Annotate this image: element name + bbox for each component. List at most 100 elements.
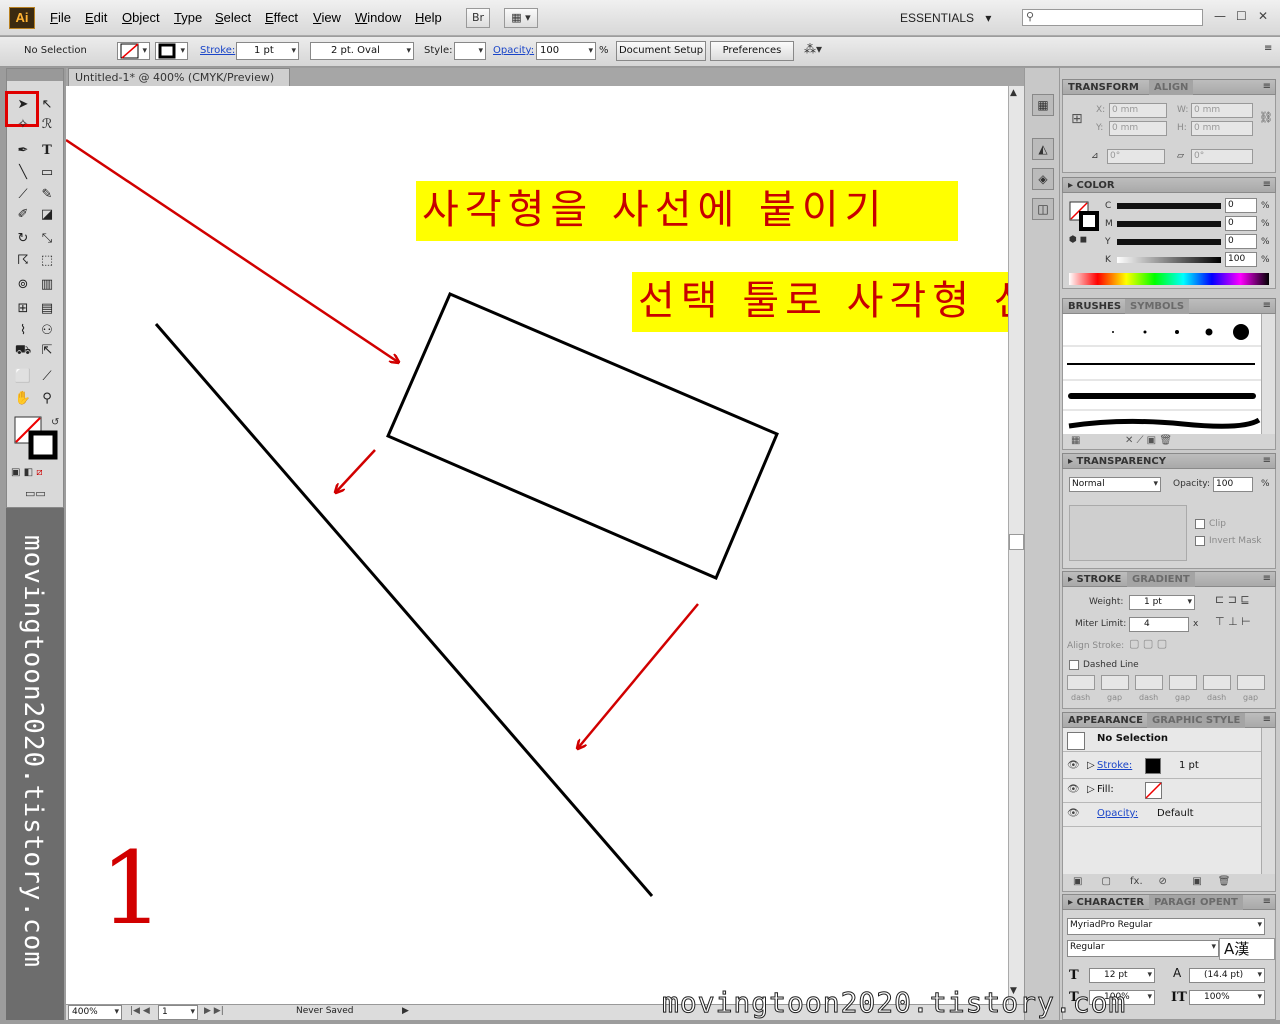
black-slider[interactable] xyxy=(1117,257,1221,263)
h-field[interactable]: 0 mm xyxy=(1191,121,1253,136)
scale-tool-icon[interactable]: ⤡ xyxy=(37,229,57,249)
appearance-footer-icons[interactable]: ▣ ▢ fx. ⊘ ▣ 🗑 xyxy=(1063,874,1275,891)
rotated-rectangle[interactable] xyxy=(386,292,779,580)
blob-brush-tool-icon[interactable]: ✐ xyxy=(13,205,33,225)
clip-checkbox[interactable] xyxy=(1195,519,1205,529)
dash-field-1[interactable] xyxy=(1067,675,1095,690)
menu-select[interactable]: Select xyxy=(215,10,251,25)
maximize-button[interactable]: ☐ xyxy=(1236,9,1247,23)
shear-field[interactable]: 0° xyxy=(1191,149,1253,164)
appearance-scrollbar[interactable] xyxy=(1261,728,1275,874)
scroll-up-icon[interactable]: ▲ xyxy=(1010,88,1017,98)
brush-definition-dropdown[interactable]: 2 pt. Oval xyxy=(310,42,414,60)
expand-triangle-icon[interactable]: ▷ xyxy=(1087,779,1095,801)
y-field[interactable]: 0 mm xyxy=(1109,121,1167,136)
appearance-opacity-row[interactable]: 👁 Opacity: Default xyxy=(1063,803,1261,827)
layers-panel-icon[interactable]: ◈ xyxy=(1032,168,1054,190)
menu-file[interactable]: File xyxy=(50,10,71,25)
tab-opentype[interactable]: OPENT xyxy=(1195,895,1243,910)
color-mode-buttons[interactable]: ▣ ◧ ⧄ xyxy=(11,467,61,481)
appearance-fill-row[interactable]: 👁 ▷ Fill: xyxy=(1063,779,1261,803)
type-tool-icon[interactable]: T xyxy=(37,141,57,161)
eyedropper-tool-icon[interactable]: ⌇ xyxy=(13,321,33,341)
visibility-eye-icon[interactable]: 👁 xyxy=(1067,755,1080,777)
x-field[interactable]: 0 mm xyxy=(1109,103,1167,118)
panel-menu-icon[interactable]: ≡ xyxy=(1263,454,1271,468)
font-style-dropdown[interactable]: Regular xyxy=(1067,940,1219,957)
tab-brushes[interactable]: BRUSHES xyxy=(1063,299,1126,314)
blend-mode-dropdown[interactable]: Normal xyxy=(1069,477,1161,492)
tab-graphic-styles[interactable]: GRAPHIC STYLE xyxy=(1147,713,1246,728)
tools-panel-grip[interactable] xyxy=(7,69,63,81)
magenta-field[interactable]: 0 xyxy=(1225,216,1257,231)
tab-color[interactable]: ▸ COLOR xyxy=(1063,178,1120,193)
align-stroke-buttons[interactable]: ▢ ▢ ▢ xyxy=(1129,637,1167,650)
search-input[interactable]: ⚲ xyxy=(1022,9,1203,26)
menu-help[interactable]: Help xyxy=(415,10,442,25)
preferences-button[interactable]: Preferences xyxy=(710,41,794,61)
panel-menu-icon[interactable]: ≡ xyxy=(1263,178,1271,192)
font-family-dropdown[interactable]: MyriadPro Regular xyxy=(1067,918,1265,935)
panel-menu-icon[interactable]: ≡ xyxy=(1263,80,1271,94)
control-bar-menu-icon[interactable]: ≡ xyxy=(1264,43,1272,54)
zoom-tool-icon[interactable]: ⚲ xyxy=(37,389,57,409)
appearance-stroke-link[interactable]: Stroke: xyxy=(1097,755,1132,777)
menu-view[interactable]: View xyxy=(313,10,341,25)
magic-wand-tool-icon[interactable]: ✧ xyxy=(13,115,33,135)
miter-limit-field[interactable]: 4 xyxy=(1129,617,1189,632)
dash-field-3[interactable] xyxy=(1203,675,1231,690)
stroke-label-link[interactable]: Stroke: xyxy=(200,45,235,56)
document-setup-button[interactable]: Document Setup xyxy=(616,41,706,61)
dashed-line-checkbox[interactable] xyxy=(1069,660,1079,670)
none-fill-icon[interactable] xyxy=(1145,782,1162,799)
appearance-stroke-swatch[interactable] xyxy=(1145,758,1161,774)
artboards-panel-icon[interactable]: ◫ xyxy=(1032,198,1054,220)
mesh-tool-icon[interactable]: ⊞ xyxy=(13,299,33,319)
warp-tool-icon[interactable]: ☈ xyxy=(13,251,33,271)
font-size-field[interactable]: 12 pt xyxy=(1089,968,1155,983)
fill-stroke-indicator[interactable] xyxy=(1069,201,1099,231)
menu-edit[interactable]: Edit xyxy=(85,10,107,25)
visibility-eye-icon[interactable]: 👁 xyxy=(1067,803,1080,825)
appearance-stroke-row[interactable]: 👁 ▷ Stroke: 1 pt xyxy=(1063,755,1261,779)
black-field[interactable]: 100 xyxy=(1225,252,1257,267)
invert-mask-checkbox[interactable] xyxy=(1195,536,1205,546)
gradient-panel-icon[interactable]: ◭ xyxy=(1032,138,1054,160)
appearance-opacity-link[interactable]: Opacity: xyxy=(1097,803,1138,825)
yellow-slider[interactable] xyxy=(1117,239,1221,245)
screen-mode-button[interactable]: ▭▭ xyxy=(25,487,49,501)
tab-transparency[interactable]: ▸ TRANSPARENCY xyxy=(1063,454,1171,469)
join-style-buttons[interactable]: ⊤ ⊥ ⊢ xyxy=(1215,615,1251,628)
brushes-footer-icons[interactable]: ▦ ✕ ⟋ ▣ 🗑 xyxy=(1063,434,1275,449)
magenta-slider[interactable] xyxy=(1117,221,1221,227)
gap-field-1[interactable] xyxy=(1101,675,1129,690)
color-spectrum[interactable] xyxy=(1069,273,1269,285)
stroke-weight-field[interactable]: 1 pt xyxy=(236,42,299,60)
panel-menu-icon[interactable]: ≡ xyxy=(1263,713,1271,727)
gap-field-2[interactable] xyxy=(1169,675,1197,690)
w-field[interactable]: 0 mm xyxy=(1191,103,1253,118)
last-page-icon[interactable]: ▶ ▶| xyxy=(204,1006,224,1016)
cyan-field[interactable]: 0 xyxy=(1225,198,1257,213)
menu-type[interactable]: Type xyxy=(174,10,202,25)
blend-tool-icon[interactable]: ⚇ xyxy=(37,321,57,341)
artboard-tool-icon[interactable]: ⬜ xyxy=(13,367,33,387)
leading-field[interactable]: (14.4 pt) xyxy=(1189,968,1265,983)
tab-appearance[interactable]: APPEARANCE xyxy=(1063,713,1148,728)
panel-menu-icon[interactable]: ≡ xyxy=(1263,572,1271,586)
free-transform-tool-icon[interactable]: ⬚ xyxy=(37,251,57,271)
mask-thumbnail[interactable] xyxy=(1069,505,1187,561)
eraser-tool-icon[interactable]: ◪ xyxy=(37,205,57,225)
first-page-icon[interactable]: |◀ ◀ xyxy=(130,1006,150,1016)
document-tab[interactable]: Untitled-1* @ 400% (CMYK/Preview) xyxy=(68,68,290,86)
graphic-style-dropdown[interactable] xyxy=(454,42,486,60)
menu-effect[interactable]: Effect xyxy=(265,10,298,25)
symbol-sprayer-tool-icon[interactable]: ⊚ xyxy=(13,275,33,295)
gradient-tool-icon[interactable]: ▤ xyxy=(37,299,57,319)
panel-menu-icon[interactable]: ≡ xyxy=(1263,895,1271,909)
pen-tool-icon[interactable]: ✒ xyxy=(13,141,33,161)
arrange-documents-button[interactable]: ▦ ▾ xyxy=(504,8,538,28)
scroll-thumb[interactable] xyxy=(1009,534,1024,550)
opacity-label-link[interactable]: Opacity: xyxy=(493,45,534,56)
opacity-field[interactable]: 100 xyxy=(536,42,596,60)
